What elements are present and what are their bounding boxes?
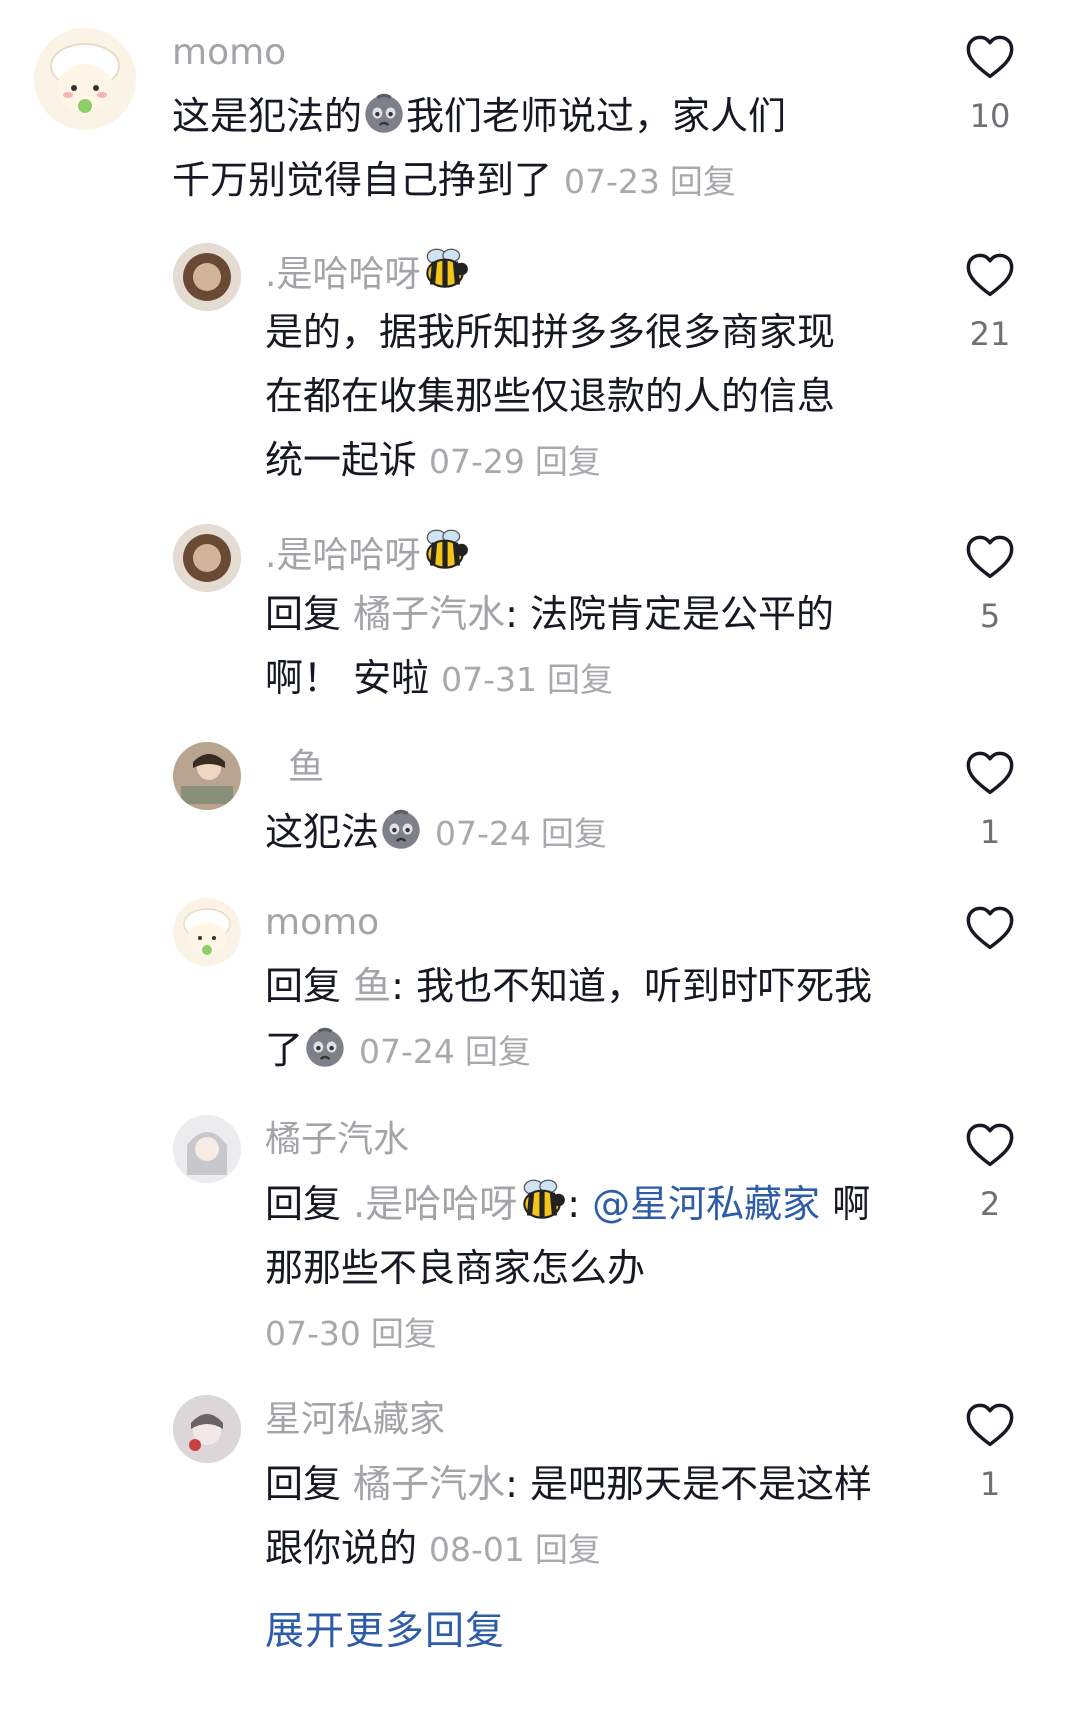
username-text: .是哈哈呀 (265, 535, 421, 576)
username[interactable]: 橘子汽水 (265, 1117, 409, 1163)
like-count: 10 (969, 97, 1011, 135)
heart-outline-icon[interactable] (964, 748, 1016, 800)
username[interactable]: momo (265, 900, 379, 946)
sad-face-emoji (303, 1025, 347, 1069)
reply-target[interactable]: 鱼 (353, 964, 391, 1008)
reply-target[interactable]: .是哈哈呀 (353, 1182, 567, 1226)
reply-button[interactable]: 回复 (465, 1032, 531, 1071)
reply-button[interactable]: 回复 (535, 1530, 601, 1569)
comment-date: 07-29 (429, 442, 525, 481)
username[interactable]: .是哈哈呀 (265, 527, 470, 579)
avatar[interactable] (173, 1395, 241, 1463)
sad-face-emoji (362, 91, 406, 135)
reply-button[interactable]: 回复 (670, 162, 736, 201)
reply-prefix: 回复 (265, 592, 342, 636)
comment-text: 回复 鱼: 我也不知道，听到时吓死我了 07-24 回复 (265, 954, 875, 1084)
comment-text: 是的，据我所知拼多多很多商家现在都在收集那些仅退款的人的信息统一起诉 07-29 回… (265, 300, 865, 494)
like-count: 1 (979, 813, 1001, 851)
comment-body: 这犯法 (265, 810, 380, 854)
heart-outline-icon[interactable] (964, 32, 1016, 84)
comment-date: 07-24 (435, 814, 531, 853)
bee-emoji (517, 1177, 567, 1223)
like-count: 2 (979, 1185, 1001, 1223)
like-button[interactable]: 5 (955, 532, 1025, 634)
bee-emoji (420, 527, 470, 573)
like-count: 21 (969, 315, 1011, 353)
username[interactable]: 鱼 (288, 745, 324, 791)
heart-outline-icon[interactable] (964, 532, 1016, 584)
bee-emoji (420, 246, 470, 292)
like-button[interactable]: 10 (955, 32, 1025, 134)
like-button[interactable] (955, 903, 1025, 969)
username[interactable]: momo (172, 30, 286, 76)
reply-target[interactable]: 橘子汽水 (353, 592, 505, 636)
sad-face-emoji (379, 807, 423, 851)
like-button[interactable]: 2 (955, 1120, 1025, 1222)
heart-outline-icon[interactable] (964, 1400, 1016, 1452)
heart-outline-icon[interactable] (964, 250, 1016, 302)
comment-date: 07-24 (359, 1032, 455, 1071)
like-count: 1 (979, 1465, 1001, 1503)
comment-text: 回复 .是哈哈呀: @星河私藏家 啊 那那些不良商家怎么办 07-30 回复 (265, 1172, 885, 1366)
username-text: .是哈哈呀 (265, 254, 421, 295)
avatar[interactable] (173, 524, 241, 592)
reply-prefix: 回复 (265, 1182, 342, 1226)
comment-date: 07-23 (564, 162, 660, 201)
reply-button[interactable]: 回复 (371, 1314, 437, 1353)
reply-target[interactable]: 橘子汽水 (353, 1462, 505, 1506)
mention-link[interactable]: @星河私藏家 (592, 1182, 820, 1226)
comment-date: 07-30 (265, 1314, 361, 1353)
like-button[interactable]: 1 (955, 748, 1025, 850)
comment-date: 07-31 (441, 660, 537, 699)
reply-prefix: 回复 (265, 1462, 342, 1506)
like-button[interactable]: 1 (955, 1400, 1025, 1502)
reply-prefix: 回复 (265, 964, 342, 1008)
username[interactable]: 星河私藏家 (265, 1397, 445, 1443)
reply-target-text: .是哈哈呀 (353, 1182, 518, 1226)
heart-outline-icon[interactable] (964, 1120, 1016, 1172)
comment-text: 回复 橘子汽水: 法院肯定是公平的啊！ 安啦 07-31 回复 (265, 582, 875, 712)
reply-button[interactable]: 回复 (535, 442, 601, 481)
avatar[interactable] (173, 243, 241, 311)
avatar[interactable] (173, 1115, 241, 1183)
avatar[interactable] (173, 742, 241, 810)
like-count: 5 (979, 597, 1001, 635)
reply-button[interactable]: 回复 (541, 814, 607, 853)
comment-text: 这是犯法的 我们老师说过，家人们千万别觉得自己挣到了 07-23 回复 (172, 84, 812, 214)
comment-body: 这是犯法的 (172, 94, 363, 138)
comment-date: 08-01 (429, 1530, 525, 1569)
like-button[interactable]: 21 (955, 250, 1025, 352)
comment-text: 回复 橘子汽水: 是吧那天是不是这样跟你说的 08-01 回复 (265, 1452, 875, 1582)
heart-outline-icon[interactable] (964, 903, 1016, 955)
avatar[interactable] (34, 28, 136, 130)
reply-button[interactable]: 回复 (547, 660, 613, 699)
comment-text: 这犯法 07-24 回复 (265, 800, 905, 866)
username[interactable]: .是哈哈呀 (265, 246, 470, 298)
colon: : (567, 1182, 581, 1226)
avatar[interactable] (173, 898, 241, 966)
expand-more-replies-button[interactable]: 展开更多回复 (265, 1600, 505, 1656)
